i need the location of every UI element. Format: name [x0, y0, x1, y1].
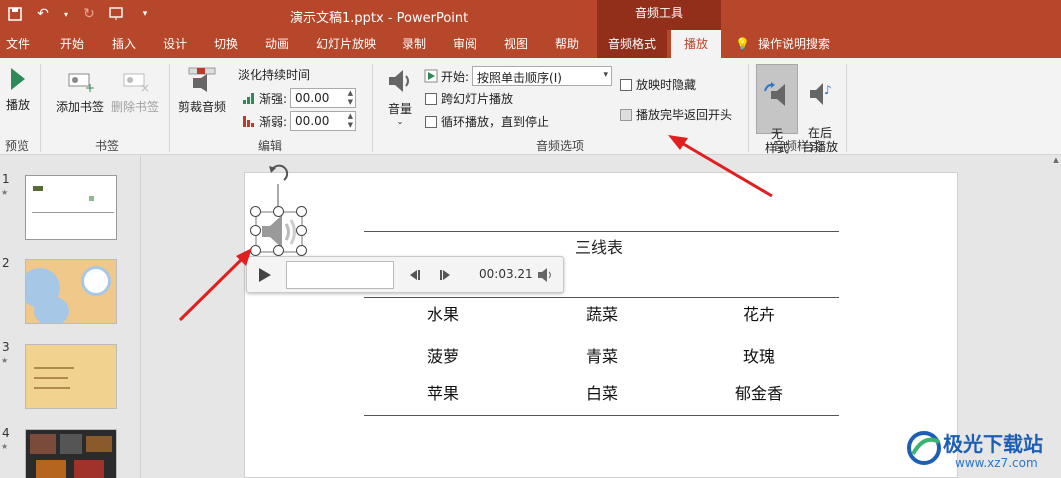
scroll-up-icon[interactable]: ▲	[1051, 156, 1061, 164]
watermark: 极光下载站 www.xz7.com	[905, 424, 1061, 478]
arrowhead	[668, 135, 688, 150]
watermark-url: www.xz7.com	[955, 456, 1038, 470]
watermark-title: 极光下载站	[943, 432, 1043, 456]
annotation-arrows	[178, 135, 773, 322]
annotation-arrow	[178, 254, 247, 322]
watermark-logo	[907, 431, 941, 465]
annotation-arrow	[679, 140, 773, 198]
